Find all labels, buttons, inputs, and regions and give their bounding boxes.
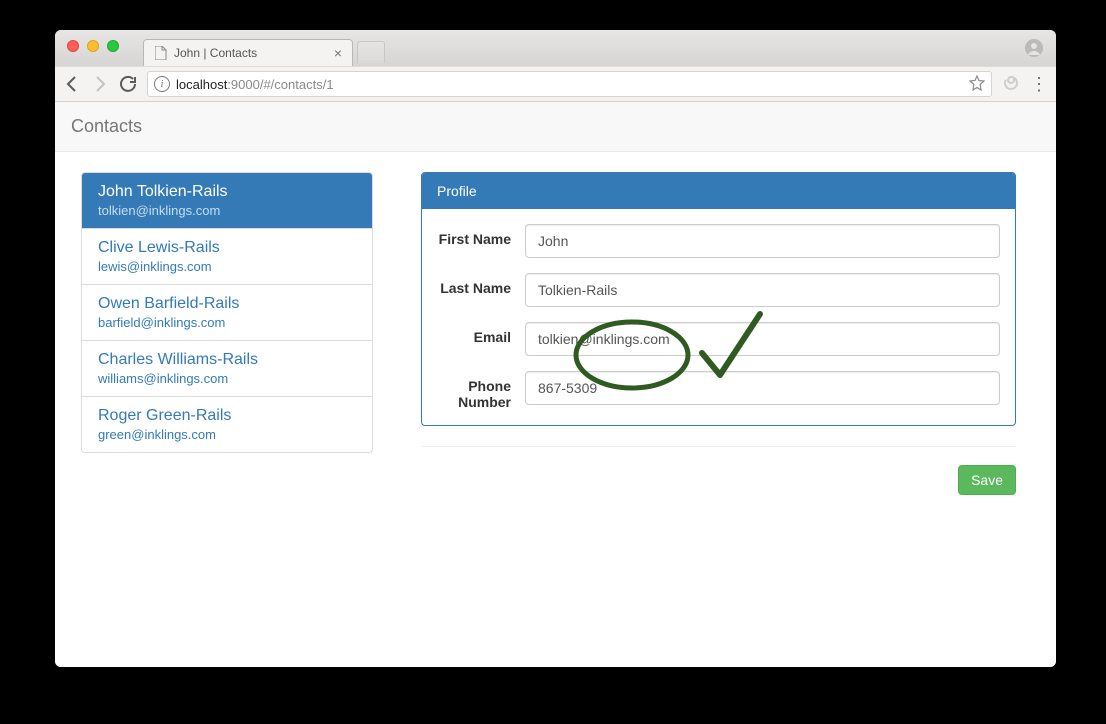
window-maximize-button[interactable] [107, 40, 119, 52]
first-name-input[interactable] [525, 224, 1000, 258]
forward-button[interactable] [91, 75, 109, 93]
window-controls [67, 40, 119, 52]
first-name-label: First Name [437, 224, 525, 247]
contact-email: barfield@inklings.com [98, 315, 356, 330]
contact-name: Charles Williams-Rails [98, 351, 356, 369]
phone-input[interactable] [525, 371, 1000, 405]
back-button[interactable] [63, 75, 81, 93]
browser-toolbar: i localhost:9000/#/contacts/1 ⋮ [55, 66, 1056, 102]
menu-button[interactable]: ⋮ [1030, 74, 1048, 95]
site-info-icon[interactable]: i [154, 76, 170, 92]
panel-heading: Profile [422, 173, 1015, 209]
phone-label: Phone Number [437, 371, 525, 410]
page-content: Contacts John Tolkien-Rails tolkien@inkli… [55, 102, 1056, 667]
contact-email: green@inklings.com [98, 427, 356, 442]
app-navbar: Contacts [55, 102, 1056, 152]
new-tab-button[interactable] [357, 41, 385, 63]
tab-close-icon[interactable]: × [334, 46, 342, 60]
contact-list-item[interactable]: Clive Lewis-Rails lewis@inklings.com [82, 229, 372, 285]
contact-list-item[interactable]: Charles Williams-Rails williams@inklings.… [82, 341, 372, 397]
browser-tab[interactable]: John | Contacts × [143, 39, 353, 66]
contact-name: Roger Green-Rails [98, 407, 356, 425]
window-minimize-button[interactable] [87, 40, 99, 52]
profile-panel: Profile First Name Last Name Email [421, 172, 1016, 426]
address-bar[interactable]: i localhost:9000/#/contacts/1 [147, 71, 992, 97]
save-button[interactable]: Save [958, 465, 1016, 495]
contact-name: Clive Lewis-Rails [98, 239, 356, 257]
contact-list-item[interactable]: Roger Green-Rails green@inklings.com [82, 397, 372, 452]
contact-email: lewis@inklings.com [98, 259, 356, 274]
email-input[interactable] [525, 322, 1000, 356]
profile-avatar-icon[interactable] [1024, 38, 1044, 61]
contact-list-item[interactable]: John Tolkien-Rails tolkien@inklings.com [82, 173, 372, 229]
contact-list-item[interactable]: Owen Barfield-Rails barfield@inklings.com [82, 285, 372, 341]
email-label: Email [437, 322, 525, 345]
extension-icon[interactable] [1002, 74, 1020, 95]
file-icon [154, 46, 168, 60]
contact-name: John Tolkien-Rails [98, 183, 356, 201]
contact-list: John Tolkien-Rails tolkien@inklings.com Cl… [81, 172, 373, 453]
brand-title: Contacts [71, 116, 142, 137]
bookmark-star-icon[interactable] [969, 75, 985, 94]
window-close-button[interactable] [67, 40, 79, 52]
titlebar: John | Contacts × [55, 30, 1056, 66]
browser-window: John | Contacts × i localhost:9000/#/con… [55, 30, 1056, 667]
reload-button[interactable] [119, 75, 137, 93]
contact-email: williams@inklings.com [98, 371, 356, 386]
divider [421, 446, 1016, 447]
url-text: localhost:9000/#/contacts/1 [176, 77, 334, 92]
contact-name: Owen Barfield-Rails [98, 295, 356, 313]
contact-email: tolkien@inklings.com [98, 203, 356, 218]
last-name-label: Last Name [437, 273, 525, 296]
last-name-input[interactable] [525, 273, 1000, 307]
tab-title: John | Contacts [174, 46, 257, 60]
